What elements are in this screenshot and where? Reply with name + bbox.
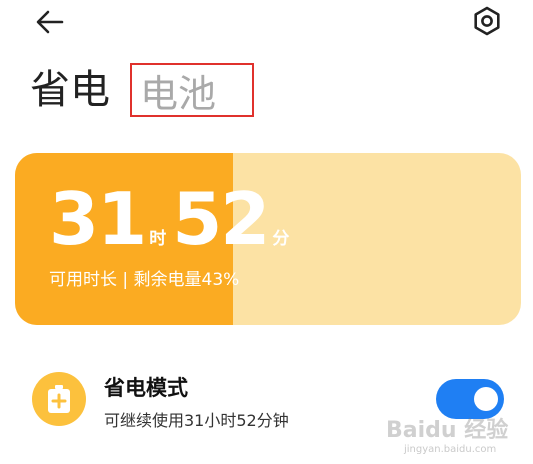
gear-icon (474, 6, 500, 36)
tab-power-saving[interactable]: 省电 (30, 62, 110, 118)
toggle-knob (474, 387, 498, 411)
settings-button[interactable] (470, 4, 504, 38)
hours-unit: 时 (149, 229, 167, 249)
power-saving-mode-icon-badge (32, 372, 86, 426)
baidu-watermark: Baidu 经验 (386, 418, 509, 443)
hours-value: 31 (49, 177, 147, 261)
minutes-value: 52 (172, 177, 270, 261)
title-tabs: 省电 电池 (30, 62, 254, 118)
baidu-watermark-url: jingyan.baidu.com (404, 444, 497, 455)
power-saving-mode-subtitle: 可继续使用31小时52分钟 (104, 411, 289, 430)
arrow-left-icon (36, 10, 64, 34)
battery-card: 31 时 52 分 可用时长 | 剩余电量43% (15, 153, 521, 325)
tab-battery-label: 电池 (140, 71, 217, 116)
back-button[interactable] (30, 4, 70, 40)
tab-battery[interactable]: 电池 (130, 63, 254, 117)
battery-plus-icon (48, 385, 70, 413)
minutes-unit: 分 (272, 229, 290, 249)
power-saving-mode-title: 省电模式 (104, 376, 188, 400)
battery-info-text: 可用时长 | 剩余电量43% (49, 270, 240, 290)
remaining-time: 31 时 52 分 (49, 179, 295, 259)
